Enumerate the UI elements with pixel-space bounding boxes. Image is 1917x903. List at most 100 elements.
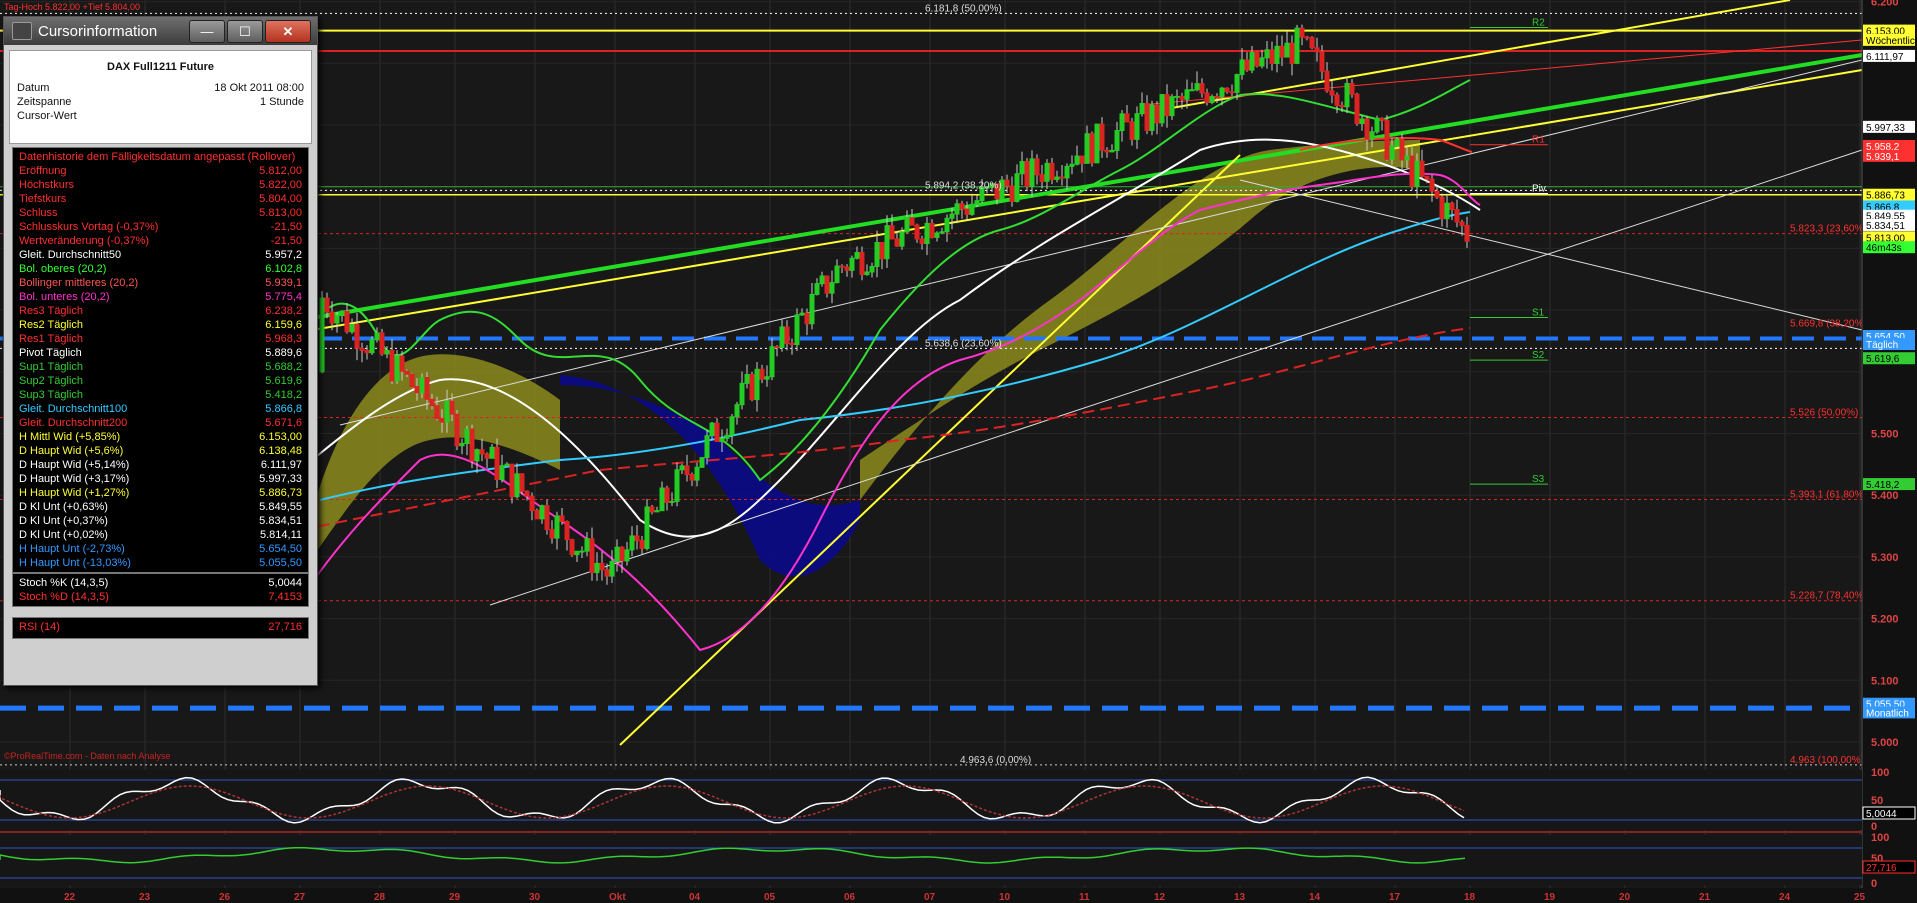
indicator-row: Datenhistorie dem Fälligkeitsdatum angep… <box>13 150 308 164</box>
candle-body <box>1034 158 1040 176</box>
stoch-background <box>0 770 1862 830</box>
candle-body <box>589 538 595 574</box>
indicator-row-label: Res3 Täglich <box>19 305 83 317</box>
rsi-row-label: RSI (14) <box>19 621 60 633</box>
candle-body <box>399 355 405 372</box>
candle-body <box>784 326 790 344</box>
axis-price-tag-text: 5.997,33 <box>1866 123 1905 134</box>
candle-body <box>609 560 615 577</box>
rsi-row: RSI (14) 27,716 <box>13 620 308 634</box>
pivot-label: S3 <box>1532 474 1545 485</box>
candle-body <box>944 217 950 233</box>
indicator-row-value: 5.619,6 <box>265 375 302 387</box>
candle-body <box>804 312 810 325</box>
indicator-row-value: 6.159,6 <box>265 319 302 331</box>
candle-body <box>1224 87 1230 93</box>
time-axis-tick: 29 <box>449 892 461 903</box>
candle-body <box>779 326 785 349</box>
candle-body <box>969 203 975 215</box>
candle-body <box>414 386 420 394</box>
maximize-button[interactable]: ☐ <box>227 20 263 43</box>
candle-body <box>649 506 655 513</box>
candle-body <box>1454 209 1460 223</box>
candle-body <box>874 241 880 267</box>
candle-body <box>429 398 435 407</box>
candle-body <box>899 231 905 247</box>
indicator-row-value: 5.822,00 <box>259 179 302 191</box>
candle-body <box>1109 149 1115 153</box>
fib-label: 6.181,8 (50,00%) <box>925 3 1002 14</box>
time-axis-tick: 04 <box>689 892 701 903</box>
candle-body <box>354 323 360 349</box>
instrument-name: DAX Full1211 Future <box>107 61 214 73</box>
candle-body <box>519 473 525 492</box>
candle-body <box>759 368 765 380</box>
indicator-row-value: -21,50 <box>270 221 302 233</box>
candle-body <box>329 311 335 324</box>
candle-body <box>489 446 495 459</box>
candle-body <box>459 443 465 447</box>
candle-body <box>1249 52 1255 71</box>
candle-body <box>1334 94 1340 106</box>
stoch-row-value: 7,4153 <box>268 591 302 603</box>
indicator-row: Wertveränderung (-0,37%) -21,50 <box>13 234 308 248</box>
candle-body <box>1394 138 1400 147</box>
candle-body <box>1174 95 1180 98</box>
cursor-information-window[interactable]: Cursorinformation — ☐ ✕ DAX Full1211 Fut… <box>3 16 318 686</box>
candle-body <box>1019 161 1025 175</box>
indicator-row: Höchstkurs 5.822,00 <box>13 178 308 192</box>
fib-label: 5.894,2 (38,20%) <box>925 180 1002 191</box>
candle-body <box>814 283 820 295</box>
candle-body <box>1254 52 1260 67</box>
candle-body <box>1349 82 1355 95</box>
candle-body <box>1429 178 1435 192</box>
candle-body <box>629 535 635 551</box>
time-axis-tick: 11 <box>1079 892 1090 903</box>
indicator-row: Schluss 5.813,00 <box>13 206 308 220</box>
candle-body <box>1079 155 1085 164</box>
indicator-row-value: 5.849,55 <box>259 501 302 513</box>
candle-body <box>474 449 480 462</box>
candle-body <box>959 203 965 210</box>
candle-body <box>854 252 860 259</box>
candle-body <box>359 347 365 351</box>
time-axis-tick: 19 <box>1544 892 1556 903</box>
candle-body <box>789 342 795 346</box>
close-button[interactable]: ✕ <box>265 20 311 43</box>
info-row: Datum 18 Okt 2011 08:00 <box>10 81 311 95</box>
candle-body <box>384 349 390 355</box>
candle-body <box>479 449 485 455</box>
indicator-row-value: 5.418,2 <box>265 389 302 401</box>
indicator-row-label: D Haupt Wid (+3,17%) <box>19 473 130 485</box>
rsi-values-box: RSI (14) 27,716 <box>12 617 309 639</box>
axis-price-tag-text: 5.619,6 <box>1866 354 1900 365</box>
fib-right-label: 4.963 (100,00%) <box>1790 755 1864 766</box>
candle-body <box>404 370 410 375</box>
candle-body <box>1289 42 1295 64</box>
indicator-row-label: Schluss <box>19 207 58 219</box>
indicator-row-label: Bol. oberes (20,2) <box>19 263 107 275</box>
candle-body <box>1014 173 1020 203</box>
candle-body <box>1179 95 1185 100</box>
indicator-row: Eröffnung 5.812,00 <box>13 164 308 178</box>
indicator-row-label: Pivot Täglich <box>19 347 82 359</box>
time-axis-tick: 25 <box>1854 892 1866 903</box>
indicator-row: Bollinger mittleres (20,2) 5.939,1 <box>13 276 308 290</box>
window-titlebar[interactable]: Cursorinformation — ☐ ✕ <box>4 17 317 45</box>
candle-body <box>1094 123 1100 164</box>
info-row-label: Cursor-Wert <box>17 110 77 122</box>
candle-body <box>1439 196 1445 220</box>
candle-body <box>1029 158 1035 187</box>
minimize-button[interactable]: — <box>189 20 225 43</box>
candle-body <box>639 540 645 549</box>
indicator-row-value: -21,50 <box>270 235 302 247</box>
candle-body <box>529 495 535 512</box>
price-axis-tick: 5.500 <box>1871 429 1899 441</box>
candle-body <box>424 376 430 400</box>
axis-price-tag-text: 5.418,2 <box>1866 480 1900 491</box>
time-axis-tick: 12 <box>1154 892 1166 903</box>
indicator-row-label: Sup1 Täglich <box>19 361 84 373</box>
candle-body <box>684 465 690 476</box>
candle-body <box>1039 174 1045 182</box>
candle-body <box>1309 37 1315 49</box>
